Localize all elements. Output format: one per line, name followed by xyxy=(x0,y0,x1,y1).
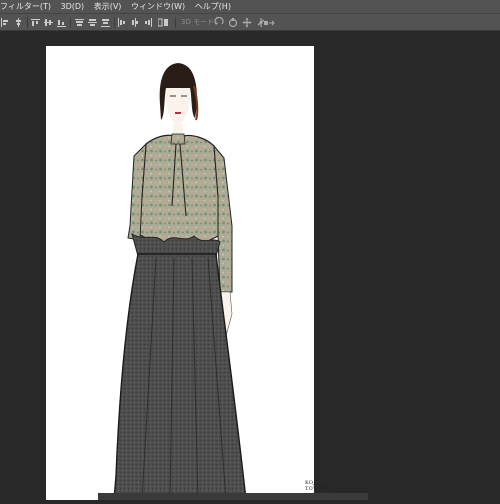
distribute-right-icon[interactable] xyxy=(101,17,110,28)
menu-window[interactable]: ウィンドウ(W) xyxy=(128,0,189,13)
roll-3d-icon[interactable] xyxy=(228,17,238,28)
menu-3d[interactable]: 3D(D) xyxy=(58,0,89,13)
pan-3d-icon[interactable] xyxy=(242,17,252,28)
menu-view[interactable]: 表示(V) xyxy=(91,0,126,13)
options-bar: 3D モード： xyxy=(0,13,500,31)
distribute-bottom-icon[interactable] xyxy=(57,17,66,28)
auto-align-layers-icon[interactable] xyxy=(158,17,168,28)
distribute-left-icon[interactable] xyxy=(75,17,84,28)
toolbar-separator xyxy=(70,17,71,28)
align-center-icon[interactable] xyxy=(131,17,139,28)
horizontal-scrollbar[interactable] xyxy=(98,493,368,500)
artist-signature: KOJI TOYODA xyxy=(305,480,330,492)
align-left-edges-icon[interactable] xyxy=(1,17,9,28)
scale-3d-icon[interactable] xyxy=(263,17,275,28)
toolbar-separator xyxy=(175,17,176,28)
align-right-icon[interactable] xyxy=(144,17,152,28)
menu-bar: フィルター(T) 3D(D) 表示(V) ウィンドウ(W) ヘルプ(H) xyxy=(0,0,500,13)
align-horizontal-centers-icon[interactable] xyxy=(15,17,23,28)
align-left-icon[interactable] xyxy=(118,17,126,28)
toolbar-separator xyxy=(27,17,28,28)
toolbar-separator xyxy=(114,17,115,28)
distribute-horizontal-centers-icon[interactable] xyxy=(88,17,97,28)
fashion-illustration xyxy=(113,63,247,501)
menu-filter[interactable]: フィルター(T) xyxy=(0,0,55,13)
distribute-top-icon[interactable] xyxy=(31,17,40,28)
document-canvas[interactable]: KOJI TOYODA xyxy=(46,46,329,501)
rotate-3d-icon[interactable] xyxy=(214,17,224,28)
menu-help[interactable]: ヘルプ(H) xyxy=(192,0,235,13)
distribute-vertical-centers-icon[interactable] xyxy=(44,17,53,28)
